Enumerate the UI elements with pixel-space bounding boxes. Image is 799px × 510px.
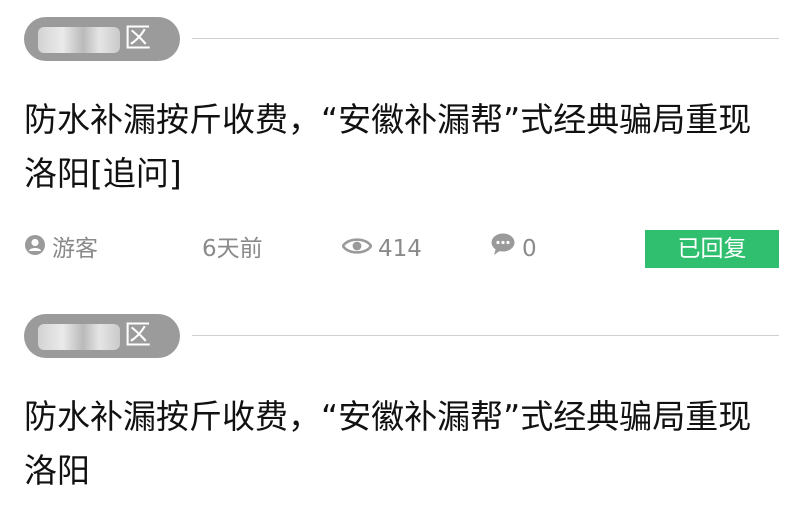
category-tag[interactable]: 区 xyxy=(24,17,180,61)
post-time-text: 6天前 xyxy=(202,236,263,262)
divider-line xyxy=(192,335,779,336)
chat-bubble-icon xyxy=(490,230,516,268)
view-count-value: 414 xyxy=(378,236,422,262)
redacted-region xyxy=(38,27,120,53)
redacted-region xyxy=(38,324,120,350)
view-count: 414 xyxy=(341,230,422,268)
category-row: 区 xyxy=(24,17,779,61)
post-time: 6天前 xyxy=(202,230,263,268)
category-tag-label: 区 xyxy=(124,320,151,351)
author-name: 游客 xyxy=(52,236,98,262)
divider-line xyxy=(192,38,779,39)
eye-icon xyxy=(341,230,373,268)
comment-count-value: 0 xyxy=(522,236,537,262)
status-badge: 已回复 xyxy=(645,230,779,268)
post-meta: 游客 6天前 414 0 已回复 xyxy=(24,230,779,268)
comment-count: 0 xyxy=(490,230,537,268)
category-row: 区 xyxy=(24,314,779,358)
author-info: 游客 xyxy=(24,230,98,268)
user-icon xyxy=(24,230,46,268)
category-tag-label: 区 xyxy=(124,23,151,54)
category-tag[interactable]: 区 xyxy=(24,314,180,358)
post-title[interactable]: 防水补漏按斤收费，“安徽补漏帮”式经典骗局重现洛阳 xyxy=(24,390,779,498)
post-title[interactable]: 防水补漏按斤收费，“安徽补漏帮”式经典骗局重现洛阳[追问] xyxy=(24,93,779,201)
